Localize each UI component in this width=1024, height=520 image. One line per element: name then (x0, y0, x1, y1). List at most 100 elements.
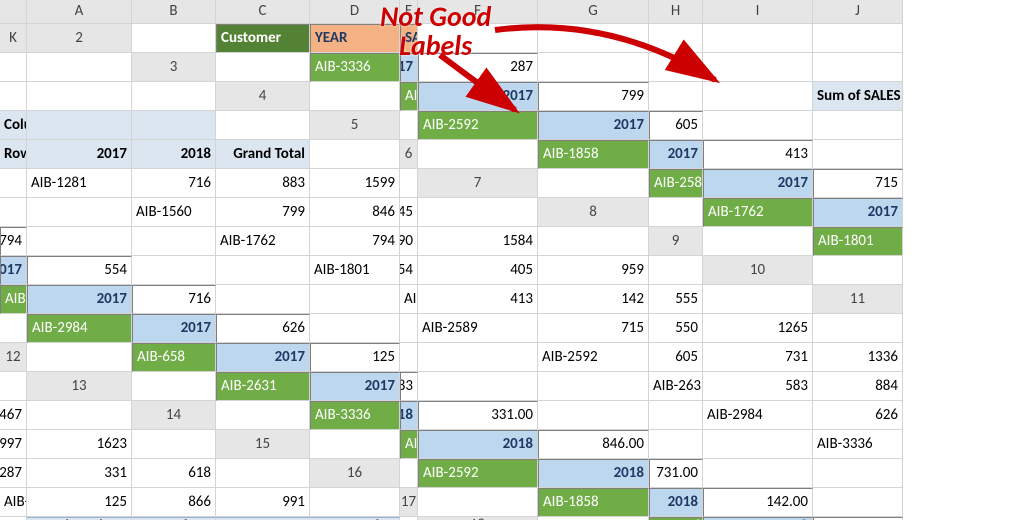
pivot-row-label[interactable]: AIB-1762 (216, 227, 310, 256)
cell-A4[interactable] (310, 82, 400, 111)
data-cell-customer[interactable]: AIB-1762 (703, 198, 813, 227)
pivot-colhead-2018[interactable]: 2018 (132, 140, 216, 169)
cell-E6[interactable] (813, 140, 903, 169)
pivot-header-blank[interactable] (132, 111, 216, 140)
data-cell-year[interactable]: 2017 (0, 256, 27, 285)
cell-F10[interactable] (310, 285, 400, 314)
spreadsheet-viewport[interactable]: ABCDEFGHIJK2CustomerYEARSALES3AIB-333620… (0, 0, 1024, 520)
pivot-rowtotal[interactable]: 1623 (27, 430, 132, 459)
data-cell-customer[interactable]: AIB-2631 (216, 372, 310, 401)
data-cell-customer[interactable]: AIB-1801 (813, 227, 903, 256)
pivot-row-label[interactable]: AIB-1560 (132, 198, 216, 227)
cell-H2[interactable] (703, 24, 813, 53)
row-header-9[interactable]: 9 (649, 227, 703, 256)
cell-A8[interactable] (649, 198, 703, 227)
cell-F9[interactable] (216, 256, 310, 285)
cell-F16[interactable] (813, 459, 903, 488)
cell-K11[interactable] (813, 314, 903, 343)
data-cell-sales[interactable]: 413 (703, 140, 813, 169)
pivot-title[interactable]: Sum of SALES (813, 82, 903, 111)
pivot-value[interactable]: 287 (0, 459, 27, 488)
data-cell-sales[interactable]: 125 (310, 343, 400, 372)
cell-F4[interactable] (703, 82, 813, 111)
data-cell-customer[interactable]: AIB-1560 (400, 430, 418, 459)
pivot-value[interactable]: 799 (216, 198, 310, 227)
data-cell-year[interactable]: 2018 (400, 401, 418, 430)
pivot-rowtotal[interactable]: 618 (132, 459, 216, 488)
cell-E15[interactable] (649, 430, 703, 459)
column-header-C[interactable]: C (216, 0, 310, 24)
pivot-value[interactable]: 550 (649, 314, 703, 343)
data-cell-sales[interactable]: 716 (132, 285, 216, 314)
cell-E17[interactable] (813, 488, 903, 517)
cell-A3[interactable] (216, 53, 310, 82)
pivot-value[interactable]: 626 (813, 401, 903, 430)
row-header-10[interactable]: 10 (703, 256, 813, 285)
row-header-4[interactable]: 4 (216, 82, 310, 111)
cell-E8[interactable] (27, 227, 132, 256)
cell-K13[interactable] (27, 401, 132, 430)
pivot-row-label[interactable]: AIB-1801 (310, 256, 400, 285)
data-cell-customer[interactable]: AIB-2984 (27, 314, 132, 343)
data-cell-sales[interactable]: 731.00 (649, 459, 703, 488)
pivot-value[interactable]: 997 (0, 430, 27, 459)
row-header-8[interactable]: 8 (538, 198, 649, 227)
pivot-value[interactable]: 731 (703, 343, 813, 372)
data-cell-year[interactable]: 2018 (538, 459, 649, 488)
data-cell-sales[interactable]: 554 (27, 256, 132, 285)
cell-K14[interactable] (132, 430, 216, 459)
cell-A9[interactable] (703, 227, 813, 256)
pivot-value[interactable]: 554 (400, 256, 418, 285)
pivot-value[interactable]: 413 (418, 285, 538, 314)
cell-K3[interactable] (132, 82, 216, 111)
cell-E14[interactable] (538, 401, 649, 430)
cell-F3[interactable] (649, 53, 703, 82)
column-header-G[interactable]: G (538, 0, 649, 24)
pivot-value[interactable]: 583 (703, 372, 813, 401)
row-header-7[interactable]: 7 (418, 169, 538, 198)
cell-F14[interactable] (649, 401, 703, 430)
data-cell-year[interactable]: 2017 (813, 198, 903, 227)
data-cell-customer[interactable]: AIB-1560 (400, 82, 418, 111)
row-header-11[interactable]: 11 (813, 285, 903, 314)
cell-H3[interactable] (813, 53, 903, 82)
data-cell-sales[interactable]: 715 (813, 169, 903, 198)
cell-A17[interactable] (418, 488, 538, 517)
cell-K10[interactable] (703, 285, 813, 314)
pivot-rowtotal[interactable]: 555 (649, 285, 703, 314)
cell-E5[interactable] (703, 111, 813, 140)
cell-F15[interactable] (703, 430, 813, 459)
cell-F13[interactable] (538, 372, 649, 401)
column-header-J[interactable]: J (813, 0, 903, 24)
row-header-13[interactable]: 13 (27, 372, 132, 401)
pivot-value[interactable]: 331 (27, 459, 132, 488)
cell-K5[interactable] (310, 140, 400, 169)
cell-A10[interactable] (813, 256, 903, 285)
data-cell-year[interactable]: 2017 (703, 169, 813, 198)
table-header-customer[interactable]: Customer (216, 24, 310, 53)
cell-G2[interactable] (649, 24, 703, 53)
data-cell-sales[interactable]: 605 (649, 111, 703, 140)
cell-K4[interactable] (216, 111, 310, 140)
pivot-value[interactable]: 405 (418, 256, 538, 285)
pivot-column-labels[interactable]: Column Labels ▾ (0, 111, 27, 140)
row-header-15[interactable]: 15 (216, 430, 310, 459)
cell-F8[interactable] (132, 227, 216, 256)
cell-J3[interactable] (27, 82, 132, 111)
cell-E11[interactable] (310, 314, 400, 343)
data-cell-sales[interactable]: 331.00 (418, 401, 538, 430)
data-cell-year[interactable]: 2017 (132, 314, 216, 343)
data-cell-year[interactable]: 2018 (649, 488, 703, 517)
cell-K6[interactable] (400, 169, 418, 198)
cell-A15[interactable] (310, 430, 400, 459)
cell-E9[interactable] (132, 256, 216, 285)
pivot-rowtotal[interactable]: 1645 (400, 198, 418, 227)
data-cell-year[interactable]: 2017 (310, 372, 400, 401)
pivot-row-labels[interactable]: Row Labels ▾ (0, 140, 27, 169)
cell-K12[interactable] (0, 372, 27, 401)
pivot-row-label[interactable]: AIB-1858 (400, 285, 418, 314)
pivot-value[interactable]: 716 (132, 169, 216, 198)
cell-K7[interactable] (418, 198, 538, 227)
pivot-header-blank[interactable] (27, 111, 132, 140)
pivot-value[interactable]: 142 (538, 285, 649, 314)
